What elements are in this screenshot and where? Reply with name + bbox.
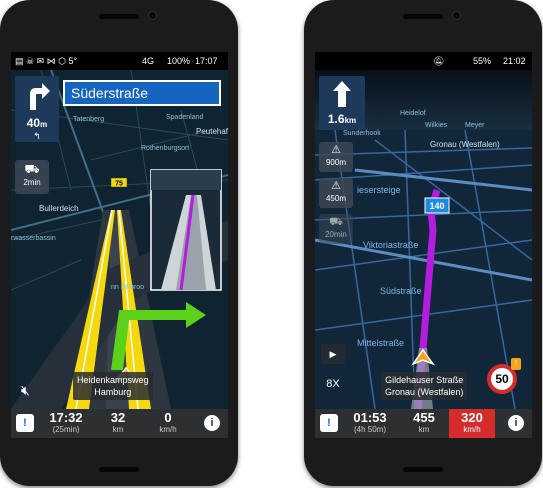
warning-triangle-icon: ⚠	[331, 180, 341, 192]
turn-distance: 1.6	[327, 112, 345, 126]
status-bar: 🔕︎ 55% 21:02	[315, 52, 532, 70]
map-label-bullerdeich: Bullerdeich	[39, 204, 79, 213]
car-traffic-icon: ⛟	[24, 162, 40, 176]
clock: 17:07	[195, 56, 218, 66]
next-street-name[interactable]: Süderstraße	[63, 80, 221, 106]
map-label-spadenland: Spadenland	[166, 114, 204, 121]
mute-sound-icon[interactable]: 🔇︎	[21, 382, 30, 399]
info-icon[interactable]: i	[508, 415, 524, 431]
destination-label: Heidenkampsweg Hamburg	[73, 372, 153, 400]
map-label-rothenburgsort: Rothenburgsort	[141, 145, 190, 152]
map-label-mittelstrasse: Mittelstraße	[357, 338, 405, 348]
map-label-heidelof: Heidelof	[400, 110, 426, 117]
map-label-tatenberg: Tatenberg	[73, 116, 105, 123]
left-screen: 75 Tatenberg Spadenland Peutehafen Rothe…	[11, 52, 228, 438]
turn-right-icon	[30, 83, 50, 110]
warning-distance-2: 450m	[325, 194, 346, 203]
warning-button-1[interactable]: ⚠ 900m	[319, 142, 353, 172]
map-label-billbrook: nn Billbroo	[111, 284, 145, 291]
bottom-speaker	[99, 467, 139, 472]
destination-street: Gildehauser Straße	[385, 375, 464, 385]
map-label-gronau: Gronau (Westfalen)	[430, 140, 500, 149]
traffic-delay-button[interactable]: ⛟ 20min	[319, 214, 353, 244]
traffic-delay-label: 2min	[23, 178, 41, 187]
car-traffic-icon: ⛟	[329, 216, 343, 228]
alert-badge-icon: !	[511, 358, 521, 370]
traffic-delay-label: 20min	[325, 230, 347, 239]
destination-city: Hamburg	[94, 387, 132, 397]
distance-stat[interactable]: 32 km	[101, 411, 135, 435]
distance-value: 32	[110, 410, 126, 425]
bottom-info-bar: ! 17:32 (25min) 32 km 0 km/h i	[11, 409, 228, 438]
warning-triangle-icon: ⚠	[331, 144, 341, 156]
speaker-grille	[99, 14, 139, 19]
simulation-speed-button[interactable]: 8X	[321, 374, 345, 394]
speed-stat[interactable]: 0 km/h	[151, 411, 185, 435]
map-label-suedstrasse: Südstraße	[380, 286, 422, 296]
map-label-peutehafen: Peutehafen	[196, 127, 228, 136]
turn-distance-unit: m	[40, 120, 48, 129]
report-alert-button[interactable]: !	[16, 414, 34, 432]
eta-value: 17:32	[49, 410, 83, 425]
destination-label: Gildehauser Straße Gronau (Westfalen)	[381, 372, 468, 400]
warning-button-2[interactable]: ⚠ 450m	[319, 178, 353, 208]
eta-remaining: (25min)	[52, 425, 80, 434]
bottom-speaker	[403, 467, 443, 472]
destination-city: Gronau (Westfalen)	[385, 387, 464, 397]
speed-unit: km/h	[159, 425, 177, 434]
turn-distance: 40	[26, 116, 41, 130]
next-turn-panel[interactable]: 1.6km	[319, 76, 365, 130]
distance-value: 455	[413, 410, 435, 425]
eta-stat[interactable]: 17:32 (25min)	[41, 411, 91, 435]
battery-level: 55%	[473, 56, 492, 66]
status-bar: ▤ ☠ ✉ ⋈ ⬡ 5° 4G 100% 17:07	[11, 52, 228, 70]
distance-unit: km	[112, 425, 124, 434]
battery-level: 100%	[167, 56, 191, 66]
map-label-sunderhook: Sunderhook	[343, 130, 381, 137]
left-phone: 75 Tatenberg Spadenland Peutehafen Rothe…	[0, 0, 238, 486]
eta-stat[interactable]: 01:53 (4h 50m)	[345, 411, 395, 435]
eta-value: 01:53	[353, 410, 387, 425]
map-label-wasserbassin: rwasserbassin	[11, 235, 56, 242]
map-label-wilkies: Wilkies	[425, 122, 448, 129]
map-label-meyer: Meyer	[465, 122, 485, 129]
warning-distance-1: 900m	[325, 158, 346, 167]
notification-icons: ▤ ☠ ✉ ⋈ ⬡ 5°	[15, 56, 78, 66]
speed-unit: km/h	[463, 425, 481, 434]
network-indicator: 4G	[142, 56, 155, 66]
speed-value: 320	[461, 410, 483, 425]
destination-street: Heidenkampsweg	[77, 375, 149, 385]
eta-remaining: (4h 50m)	[353, 425, 386, 434]
right-screen: 140 Heidelof Sunderhook Wilkies Meyer Gr…	[315, 52, 532, 438]
distance-stat[interactable]: 455 km	[407, 411, 441, 435]
mute-status-icon: 🔕︎	[433, 56, 445, 66]
front-camera	[148, 11, 157, 20]
speed-value: 0	[164, 410, 172, 425]
play-button[interactable]: ▶	[321, 344, 345, 364]
traffic-delay-button[interactable]: ⛟ 2min	[15, 160, 49, 194]
report-alert-button[interactable]: !	[320, 414, 338, 432]
speaker-grille	[403, 14, 443, 19]
front-camera	[452, 11, 461, 20]
bottom-info-bar: ! 01:53 (4h 50m) 455 km 320 km/h i	[315, 409, 532, 438]
next-turn-panel[interactable]: 40m ↰	[15, 76, 59, 142]
lane-hint-icon: ↰	[33, 131, 41, 141]
distance-unit: km	[418, 425, 430, 434]
map-label-eisersteige: iesersteige	[357, 185, 401, 195]
speed-camera-badge: 140	[429, 201, 444, 211]
road-number-badge: 75	[115, 181, 123, 188]
right-phone: 140 Heidelof Sunderhook Wilkies Meyer Gr…	[304, 0, 542, 486]
clock: 21:02	[503, 56, 526, 66]
map-label-viktoriastrasse: Viktoriastraße	[363, 240, 419, 250]
info-icon[interactable]: i	[204, 415, 220, 431]
turn-distance-unit: km	[344, 116, 357, 125]
speed-stat[interactable]: 320 km/h	[449, 409, 495, 438]
straight-arrow-icon	[333, 81, 351, 107]
